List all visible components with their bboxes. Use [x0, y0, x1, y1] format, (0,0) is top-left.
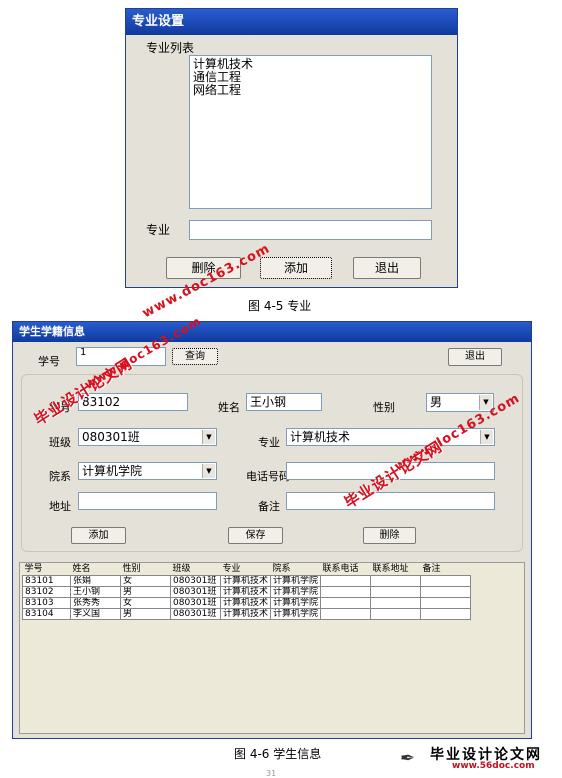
table-cell	[370, 597, 422, 609]
table-row[interactable]: 83101 张娟女 080301班 计算机技术 计算机学院	[22, 575, 472, 587]
table-cell: 计算机技术	[219, 597, 272, 609]
column-header[interactable]: 学号	[23, 563, 71, 576]
table-cell	[320, 586, 372, 598]
table-cell: 计算机技术	[219, 586, 272, 598]
table-cell	[420, 586, 472, 598]
column-header[interactable]: 院系	[271, 563, 321, 576]
major-listbox[interactable]: 计算机技术 通信工程 网络工程	[189, 55, 432, 209]
major-value: 计算机技术	[290, 430, 351, 444]
add-button[interactable]: 添加	[260, 257, 332, 279]
table-cell: 080301班	[170, 575, 221, 587]
table-cell	[320, 575, 372, 587]
major-input[interactable]	[189, 220, 432, 240]
table-cell: 计算机学院	[270, 575, 322, 587]
major-list-item[interactable]: 网络工程	[193, 84, 428, 97]
table-row[interactable]: 83104 李义国男 080301班 计算机技术 计算机学院	[22, 608, 472, 620]
page-number: 31	[266, 769, 277, 778]
major-settings-dialog: 专业设置 专业列表 计算机技术 通信工程 网络工程 专业 删除 添加 退出	[125, 8, 458, 288]
dept-select[interactable]: 计算机学院 ▼	[78, 462, 217, 480]
dept-label: 院系	[49, 470, 71, 483]
table-cell: 女	[120, 597, 171, 609]
column-header[interactable]: 专业	[221, 563, 271, 576]
delete-student-button[interactable]: 删除	[363, 527, 416, 544]
table-cell	[370, 608, 422, 620]
column-header[interactable]: 性别	[121, 563, 171, 576]
note-input[interactable]	[286, 492, 495, 510]
query-student-no-label: 学号	[38, 355, 60, 368]
figure-caption-4-6: 图 4-6 学生信息	[234, 747, 322, 761]
chevron-down-icon[interactable]: ▼	[480, 430, 493, 444]
phone-label: 电话号码	[246, 470, 290, 483]
table-cell: 83103	[22, 597, 71, 609]
chevron-down-icon[interactable]: ▼	[202, 464, 215, 478]
table-cell	[320, 597, 372, 609]
student-table: 学号 姓名 性别 班级 专业 院系 联系电话 联系地址 备注 83101 张娟女 080301班 计算…	[22, 563, 472, 620]
logo-pen-icon: ✒	[400, 748, 416, 769]
table-cell: 计算机技术	[219, 608, 272, 620]
major-label: 专业	[258, 436, 280, 449]
major-list-label: 专业列表	[146, 41, 195, 55]
table-cell	[420, 608, 472, 620]
gender-value: 男	[430, 395, 443, 409]
logo-url-text: www.56doc.com	[452, 761, 535, 771]
column-header[interactable]: 姓名	[71, 563, 121, 576]
student-grid-area[interactable]: 学号 姓名 性别 班级 专业 院系 联系电话 联系地址 备注 83101 张娟女 080301班 计算…	[19, 562, 525, 734]
query-button[interactable]: 查询	[172, 348, 218, 365]
student-window-title: 学生学籍信息	[13, 322, 531, 342]
table-cell	[370, 575, 422, 587]
address-label: 地址	[49, 500, 71, 513]
gender-label: 性别	[373, 401, 395, 414]
table-row[interactable]: 83102 王小钢男 080301班 计算机技术 计算机学院	[22, 586, 472, 598]
table-cell: 83102	[22, 586, 71, 598]
note-label: 备注	[258, 500, 280, 513]
table-cell: 男	[120, 586, 171, 598]
column-header[interactable]: 联系电话	[321, 563, 371, 576]
major-dialog-title: 专业设置	[126, 9, 457, 35]
column-header[interactable]: 联系地址	[371, 563, 421, 576]
add-student-button[interactable]: 添加	[71, 527, 126, 544]
exit-button[interactable]: 退出	[353, 257, 421, 279]
site-logo: ✒ 毕业设计论文网 www.56doc.com	[400, 744, 560, 774]
figure-caption-4-5: 图 4-5 专业	[248, 299, 312, 313]
name-label: 姓名	[218, 401, 240, 414]
table-cell: 张娟	[70, 575, 121, 587]
table-cell	[420, 597, 472, 609]
table-cell: 女	[120, 575, 171, 587]
table-cell: 张秀秀	[70, 597, 121, 609]
table-cell: 王小钢	[70, 586, 121, 598]
table-cell: 计算机学院	[270, 586, 322, 598]
class-select[interactable]: 080301班 ▼	[78, 428, 217, 446]
table-cell: 080301班	[170, 608, 221, 620]
table-cell: 080301班	[170, 597, 221, 609]
class-label: 班级	[49, 436, 71, 449]
address-input[interactable]	[78, 492, 217, 510]
table-cell: 计算机学院	[270, 608, 322, 620]
table-cell: 男	[120, 608, 171, 620]
name-input[interactable]: 王小钢	[246, 393, 322, 411]
save-button[interactable]: 保存	[228, 527, 283, 544]
table-cell: 83104	[22, 608, 71, 620]
column-header[interactable]: 班级	[171, 563, 221, 576]
table-cell: 计算机学院	[270, 597, 322, 609]
top-exit-button[interactable]: 退出	[448, 348, 502, 366]
chevron-down-icon[interactable]: ▼	[202, 430, 215, 444]
dept-value: 计算机学院	[82, 464, 143, 478]
table-cell: 83101	[22, 575, 71, 587]
table-cell	[420, 575, 472, 587]
class-value: 080301班	[82, 430, 140, 444]
table-cell: 计算机技术	[219, 575, 272, 587]
table-row[interactable]: 83103 张秀秀女 080301班 计算机技术 计算机学院	[22, 597, 472, 609]
column-header[interactable]: 备注	[421, 563, 471, 576]
table-header-row: 学号 姓名 性别 班级 专业 院系 联系电话 联系地址 备注	[23, 563, 471, 576]
table-cell	[320, 608, 372, 620]
table-cell: 李义国	[70, 608, 121, 620]
table-cell: 080301班	[170, 586, 221, 598]
major-field-label: 专业	[146, 223, 171, 237]
table-cell	[370, 586, 422, 598]
